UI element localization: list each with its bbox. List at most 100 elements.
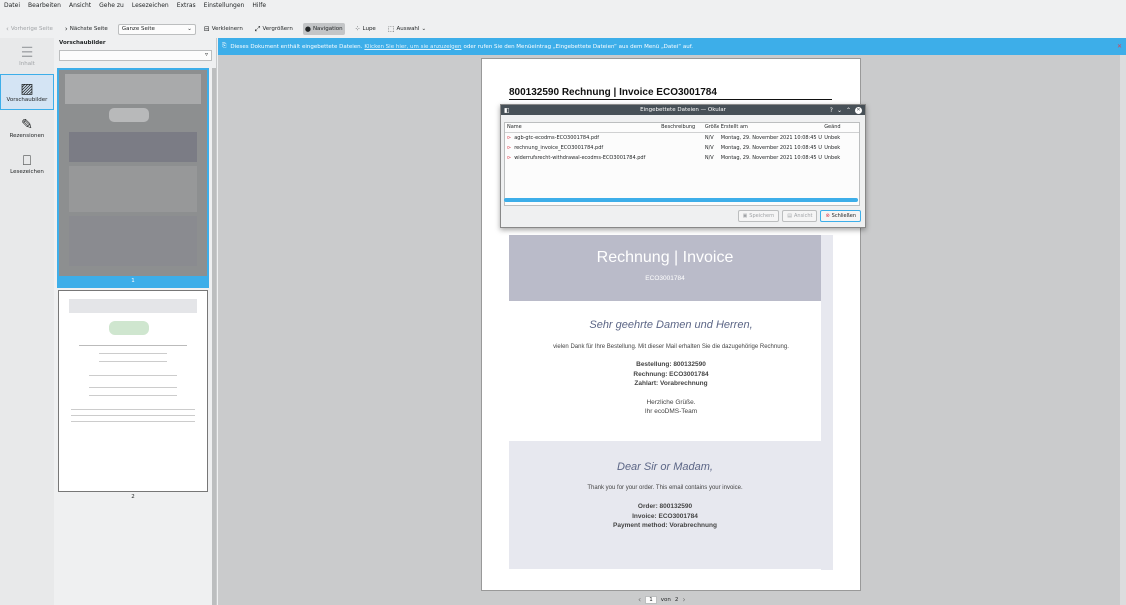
next-page-button[interactable]: › Nächste Seite xyxy=(63,23,110,35)
thumb-line xyxy=(89,395,177,396)
nav-reviews[interactable]: ✎ Rezensionen xyxy=(0,110,54,146)
pen-icon: ✎ xyxy=(21,117,33,133)
thumb-line xyxy=(71,421,195,422)
nav-bookmarks[interactable]: ⎕ Lesezeichen xyxy=(0,146,54,182)
thumb-line xyxy=(71,409,195,410)
close-icon[interactable]: ✕ xyxy=(855,106,862,114)
bookmark-icon: ⎕ xyxy=(22,153,32,169)
navigation-tool-button[interactable]: ● Navigation xyxy=(302,23,345,35)
page-title: 800132590 Rechnung | Invoice ECO3001784 xyxy=(509,87,717,98)
column-name[interactable]: Name xyxy=(505,123,659,132)
filter-icon[interactable]: ▿ xyxy=(205,51,208,60)
selection-tool-button[interactable]: ⬚ Auswahl ⌄ xyxy=(386,23,428,35)
chevron-left-icon: ‹ xyxy=(6,25,9,33)
thumbnail-page-2-preview xyxy=(58,290,208,492)
thumb-line xyxy=(89,387,177,388)
english-greeting: Dear Sir or Madam, xyxy=(617,461,713,473)
image-icon: ▨ xyxy=(20,81,34,97)
table-row[interactable]: ⊳ agb-gtc-ecodms-ECO3001784.pdf N/V Monta… xyxy=(505,133,859,143)
maximize-icon[interactable]: ⌃ xyxy=(846,107,851,114)
help-icon[interactable]: ? xyxy=(830,107,833,114)
english-order-details: Order: 800132590 Invoice: ECO3001784 Pay… xyxy=(613,503,717,529)
thumbnail-page-1[interactable]: 1 xyxy=(57,68,209,288)
german-greeting: Sehr geehrte Damen und Herren, xyxy=(589,319,753,331)
menu-bookmarks[interactable]: Lesezeichen xyxy=(132,2,169,9)
close-icon[interactable]: ✕ xyxy=(1117,43,1122,50)
thumb-line xyxy=(79,345,187,346)
prev-page-button[interactable]: ‹ Vorherige Seite xyxy=(4,23,55,35)
side-navigation: ☰ Inhalt ▨ Vorschaubilder ✎ Rezensionen … xyxy=(0,38,54,605)
thumbnail-panel-title: Vorschaubilder xyxy=(59,40,106,46)
menu-tools[interactable]: Extras xyxy=(177,2,196,9)
english-section: Dear Sir or Madam, Thank you for your or… xyxy=(509,441,821,569)
page-number-input[interactable]: 1 xyxy=(645,595,657,604)
invoice-banner: Rechnung | Invoice ECO3001784 xyxy=(509,235,821,301)
dialog-buttons: ▣ Speichern ▤ Ansicht ⊗ Schließen xyxy=(737,210,861,222)
selection-icon: ⬚ xyxy=(387,25,395,33)
zoom-in-button[interactable]: ⤢ Vergrößern xyxy=(253,23,295,35)
column-size[interactable]: Größe xyxy=(703,123,719,132)
menu-settings[interactable]: Einstellungen xyxy=(204,2,245,9)
mouse-icon: ● xyxy=(304,25,311,33)
thumb-line xyxy=(99,361,167,362)
thumb-body xyxy=(69,166,197,212)
embedded-files-dialog: ◧ Eingebettete Dateien — Okular ? ⌄ ⌃ ✕ … xyxy=(500,104,866,228)
table-header: Name Beschreibung Größe Erstellt am Geän… xyxy=(505,123,859,133)
german-text: vielen Dank für Ihre Bestellung. Mit die… xyxy=(553,344,789,350)
pdf-file-icon: ⊳ xyxy=(507,155,512,161)
list-icon: ☰ xyxy=(20,45,34,61)
column-created[interactable]: Erstellt am xyxy=(719,123,822,132)
close-button[interactable]: ⊗ Schließen xyxy=(820,210,861,222)
pdf-file-icon: ⊳ xyxy=(507,145,512,151)
chevron-down-icon: ⌄ xyxy=(187,25,192,32)
view-icon: ▤ xyxy=(787,213,792,219)
chevron-left-icon[interactable]: ‹ xyxy=(638,595,641,604)
nav-thumbnails[interactable]: ▨ Vorschaubilder xyxy=(0,74,54,110)
menu-go[interactable]: Gehe zu xyxy=(99,2,124,9)
title-underline xyxy=(509,99,832,100)
pdf-file-icon: ⊳ xyxy=(507,135,512,141)
show-embedded-files-link[interactable]: Klicken Sie hier, um sie anzuzeigen xyxy=(364,44,461,50)
menu-file[interactable]: Datei xyxy=(4,2,20,9)
thumb-band xyxy=(69,132,197,162)
zoom-select[interactable]: Ganze Seite ⌄ xyxy=(117,23,196,35)
column-modified[interactable]: Geänd xyxy=(822,123,859,132)
zoom-out-button[interactable]: ⊟ Verkleinern xyxy=(202,23,245,35)
thumb-line xyxy=(99,353,167,354)
minimize-icon[interactable]: ⌄ xyxy=(837,107,842,114)
menu-help[interactable]: Hilfe xyxy=(252,2,266,9)
thumbnail-search-input[interactable]: ▿ xyxy=(59,50,212,61)
menu-edit[interactable]: Bearbeiten xyxy=(28,2,61,9)
german-regards: Herzliche Grüße. Ihr ecoDMS-Team xyxy=(644,398,698,416)
save-icon: ▣ xyxy=(742,213,748,219)
thumbnail-page-2[interactable]: 2 xyxy=(58,290,208,500)
window-controls: ? ⌄ ⌃ ✕ xyxy=(830,106,862,114)
table-horizontal-scrollbar[interactable] xyxy=(504,198,858,202)
thumbnail-page-1-number: 1 xyxy=(131,278,135,284)
dialog-title: Eingebettete Dateien — Okular xyxy=(640,107,726,113)
dialog-titlebar[interactable]: ◧ Eingebettete Dateien — Okular ? ⌄ ⌃ ✕ xyxy=(501,105,865,115)
chevron-right-icon[interactable]: › xyxy=(682,595,685,604)
column-description[interactable]: Beschreibung xyxy=(659,123,703,132)
thumbnail-scrollbar[interactable] xyxy=(212,68,216,605)
invoice-banner-title: Rechnung | Invoice xyxy=(596,249,734,266)
thumb-logo xyxy=(109,321,149,335)
scrollbar-handle[interactable] xyxy=(212,68,216,605)
magnifier-tool-button[interactable]: ⁘ Lupe xyxy=(353,23,378,35)
page-navigation: ‹ 1 von 2 › xyxy=(638,595,686,604)
menu-view[interactable]: Ansicht xyxy=(69,2,91,9)
close-circle-icon: ⊗ xyxy=(825,213,830,219)
view-button[interactable]: ▤ Ansicht xyxy=(782,210,818,222)
viewer-scrollbar[interactable] xyxy=(1120,55,1126,605)
table-row[interactable]: ⊳ rechnung_invoice_ECO3001784.pdf N/V Mon… xyxy=(505,143,859,153)
okular-icon: ◧ xyxy=(504,106,510,114)
nav-contents[interactable]: ☰ Inhalt xyxy=(0,38,54,74)
save-button[interactable]: ▣ Speichern xyxy=(737,210,780,222)
thumbnail-page-1-preview xyxy=(59,70,207,276)
table-row[interactable]: ⊳ widerrufsrecht-withdrawal-ecodms-ECO300… xyxy=(505,153,859,163)
chevron-down-icon: ⌄ xyxy=(421,26,427,32)
english-text: Thank you for your order. This email con… xyxy=(587,485,743,491)
thumb-english xyxy=(69,216,197,266)
thumbnail-panel: Vorschaubilder ▿ 1 2 xyxy=(55,38,217,605)
thumb-logo xyxy=(109,108,149,122)
